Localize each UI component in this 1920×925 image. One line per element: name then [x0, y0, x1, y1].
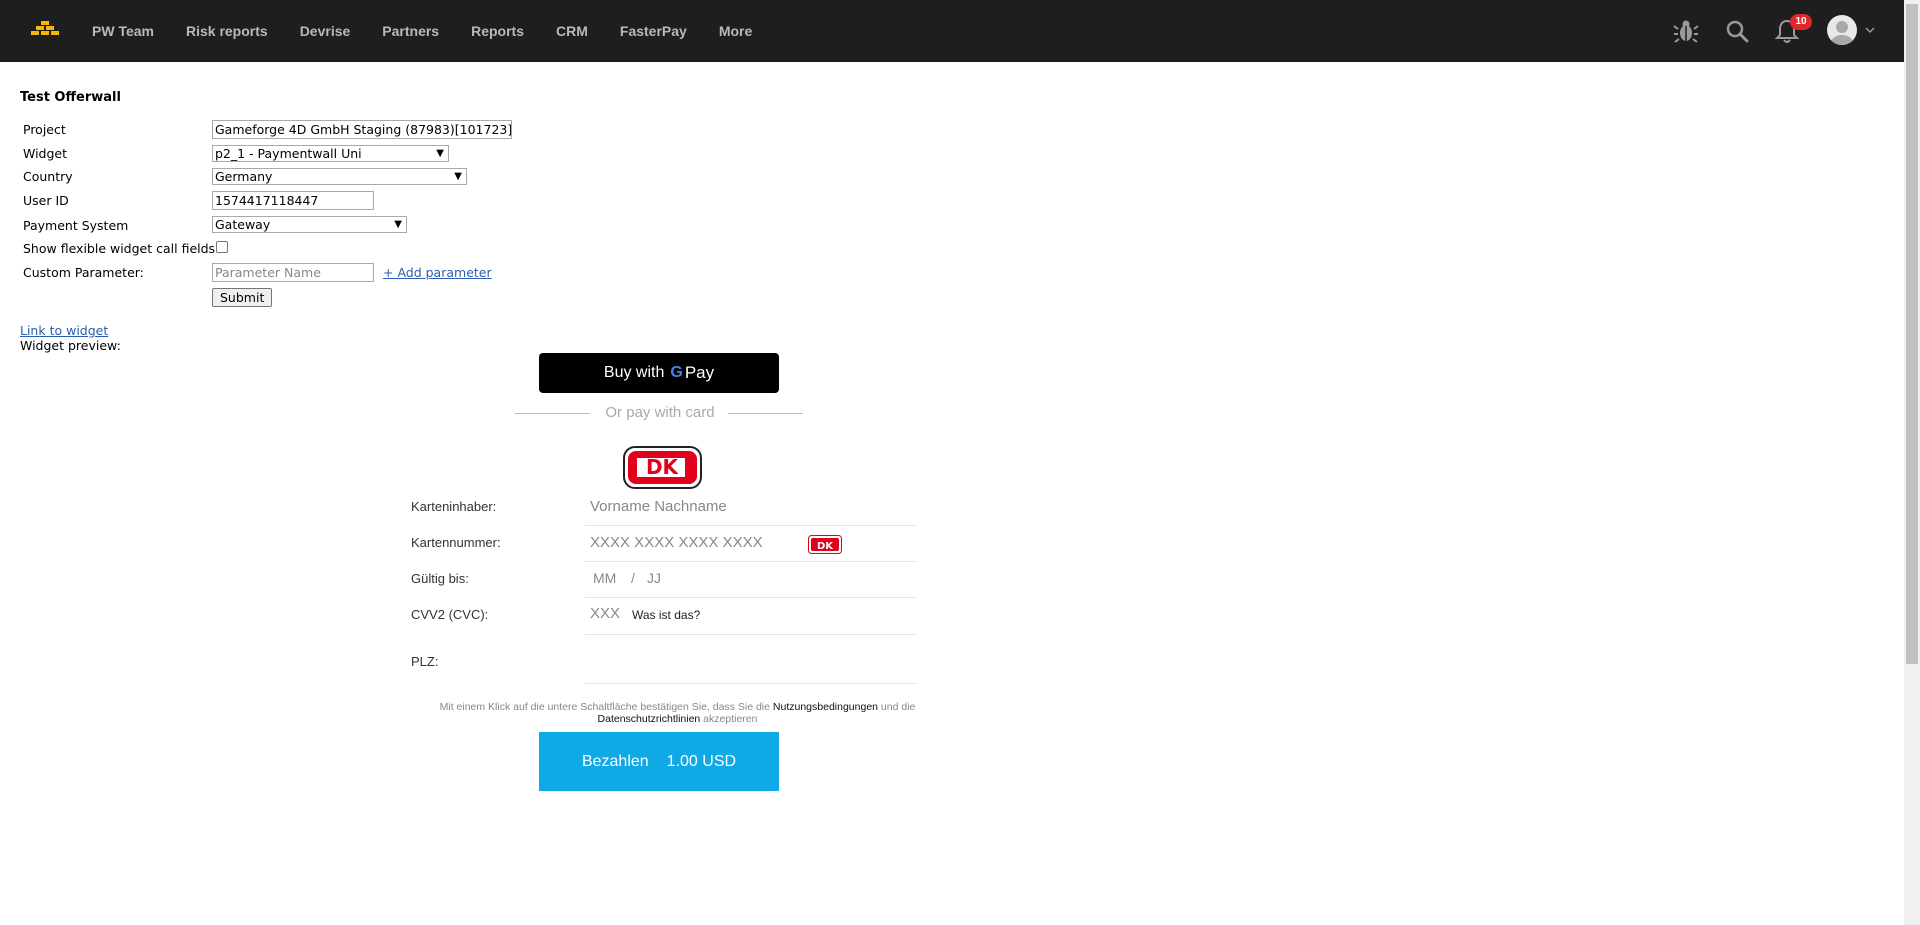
cardnumber-label: Kartennummer: — [411, 535, 501, 550]
widget-select[interactable]: p2_1 - Paymentwall Uni ▼ — [212, 145, 449, 162]
parameter-name-placeholder: Parameter Name — [215, 265, 321, 280]
google-pay-button[interactable]: Buy with G Pay — [539, 353, 779, 393]
parameter-name-input[interactable]: Parameter Name — [212, 263, 374, 282]
divider-right — [728, 413, 803, 414]
avatar[interactable] — [1827, 15, 1857, 45]
gpay-pay-text: Pay — [684, 363, 715, 382]
nav-item-fasterpay[interactable]: FasterPay — [620, 23, 687, 39]
nav-item-partners[interactable]: Partners — [382, 23, 439, 39]
cvv-input[interactable]: XXX — [590, 605, 620, 622]
expiry-label: Gültig bis: — [411, 571, 469, 586]
link-to-widget[interactable]: Link to widget — [20, 323, 108, 338]
pay-label: Bezahlen — [581, 752, 649, 770]
cvv-help-link[interactable]: Was ist das? — [632, 608, 700, 622]
project-select[interactable]: Gameforge 4D GmbH Staging (87983)[101723… — [212, 120, 512, 139]
plz-label: PLZ: — [411, 654, 439, 669]
row-divider — [585, 634, 917, 635]
row-divider — [585, 561, 917, 562]
expiry-month-input[interactable]: MM — [593, 570, 616, 586]
dankort-logo: DK — [623, 446, 702, 489]
notification-badge: 10 — [1790, 14, 1812, 30]
row-divider — [585, 597, 917, 598]
payment-system-label: Payment System — [23, 218, 129, 233]
dankort-card-icon: DK — [808, 535, 842, 554]
nav-item-devrise[interactable]: Devrise — [300, 23, 351, 39]
bug-icon[interactable] — [1672, 17, 1700, 45]
search-icon[interactable] — [1723, 17, 1751, 45]
user-id-value: 1574417118447 — [215, 193, 319, 208]
widget-preview-label: Widget preview: — [20, 338, 121, 353]
flexible-fields-label: Show flexible widget call fields — [23, 241, 216, 256]
country-label: Country — [23, 169, 73, 184]
nav-item-risk-reports[interactable]: Risk reports — [186, 23, 268, 39]
pay-button[interactable]: Bezahlen 1.00 USD — [539, 732, 779, 791]
payment-system-value: Gateway — [215, 217, 271, 232]
cardholder-input[interactable]: Vorname Nachname — [590, 498, 727, 515]
nav-item-pw-team[interactable]: PW Team — [92, 23, 154, 39]
project-label: Project — [23, 122, 66, 137]
flexible-fields-checkbox[interactable] — [216, 241, 228, 253]
country-value: Germany — [215, 169, 273, 184]
nav-item-reports[interactable]: Reports — [471, 23, 524, 39]
cardnumber-input[interactable]: XXXX XXXX XXXX XXXX — [590, 534, 763, 551]
nav-item-crm[interactable]: CRM — [556, 23, 588, 39]
payment-system-select[interactable]: Gateway ▼ — [212, 216, 407, 233]
dropdown-arrow-icon: ▼ — [454, 171, 462, 182]
terms-text: Mit einem Klick auf die untere Schaltflä… — [439, 701, 916, 725]
custom-parameter-label: Custom Parameter: — [23, 265, 144, 280]
expiry-year-input[interactable]: JJ — [647, 570, 661, 586]
cvv-label: CVV2 (CVC): — [411, 607, 489, 622]
user-icon — [1831, 21, 1853, 45]
scrollbar-thumb[interactable] — [1906, 4, 1918, 664]
widget-value: p2_1 - Paymentwall Uni — [215, 146, 362, 161]
gold-bars-logo[interactable] — [30, 20, 60, 38]
chevron-down-icon[interactable] — [1864, 24, 1876, 36]
user-id-input[interactable]: 1574417118447 — [212, 191, 374, 210]
add-parameter-link[interactable]: + Add parameter — [383, 265, 492, 280]
nav-item-more[interactable]: More — [719, 23, 752, 39]
plz-input[interactable] — [585, 683, 917, 684]
gpay-prefix: Buy with — [603, 364, 665, 381]
terms-of-use-link[interactable]: Nutzungsbedingungen — [773, 701, 878, 713]
submit-button[interactable]: Submit — [212, 288, 273, 307]
country-select[interactable]: Germany ▼ — [212, 168, 467, 185]
user-id-label: User ID — [23, 193, 69, 208]
dropdown-arrow-icon: ▼ — [394, 219, 402, 230]
cardholder-label: Karteninhaber: — [411, 499, 497, 514]
pay-amount: 1.00 USD — [666, 752, 737, 770]
main-nav: PW Team Risk reports Devrise Partners Re… — [92, 0, 784, 62]
privacy-policy-link[interactable]: Datenschutzrichtlinien — [598, 713, 701, 725]
row-divider — [585, 525, 917, 526]
svg-text:DK: DK — [817, 541, 834, 552]
top-navigation: PW Team Risk reports Devrise Partners Re… — [0, 0, 1904, 62]
dropdown-arrow-icon: ▼ — [436, 148, 444, 159]
project-value: Gameforge 4D GmbH Staging (87983)[101723… — [215, 122, 512, 137]
expiry-separator: / — [631, 570, 635, 586]
page-title: Test Offerwall — [20, 90, 121, 105]
or-pay-with-card: Or pay with card — [605, 404, 715, 421]
google-g-icon: G — [670, 364, 683, 381]
widget-label: Widget — [23, 146, 68, 161]
svg-text:DK: DK — [646, 455, 680, 479]
divider-left — [515, 413, 590, 414]
